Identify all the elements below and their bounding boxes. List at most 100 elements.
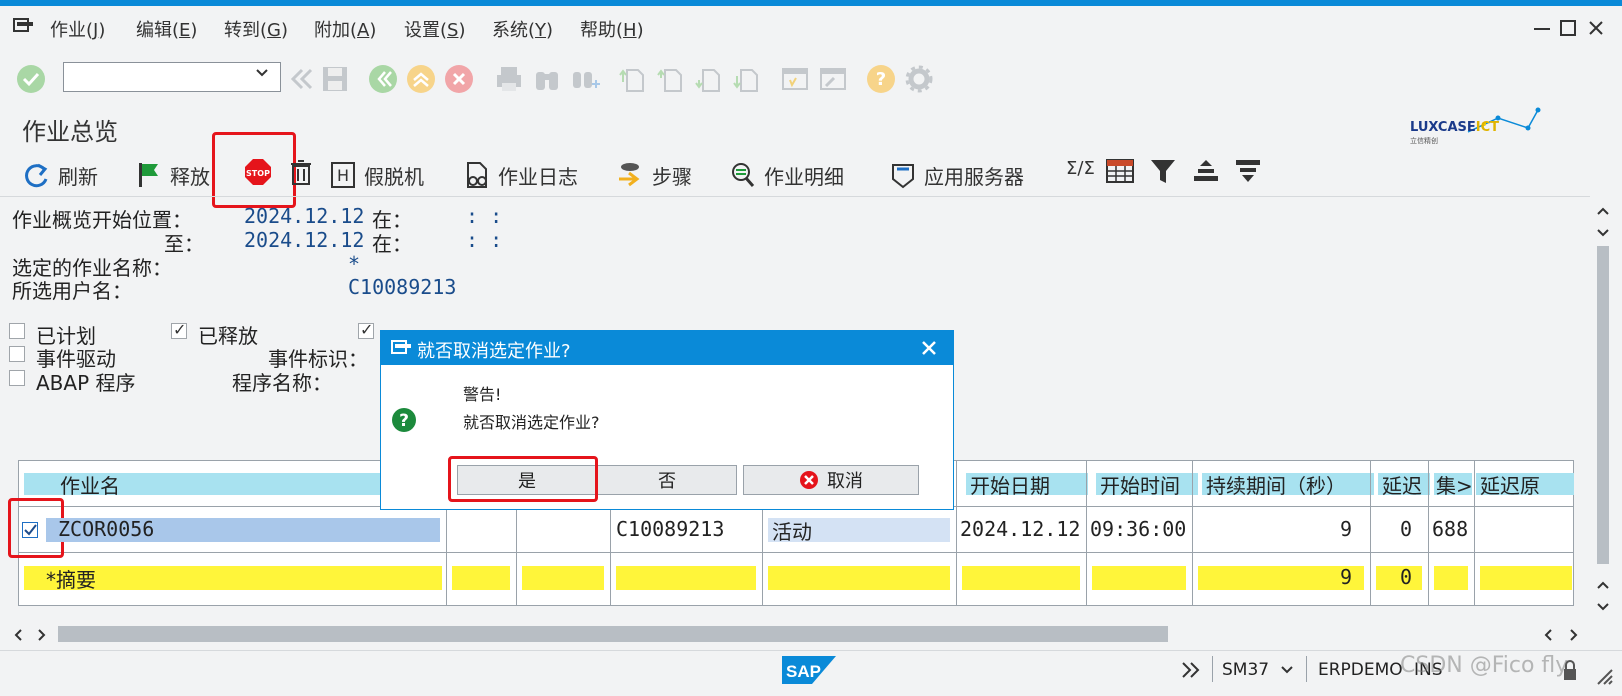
first-page-icon[interactable] <box>618 64 648 94</box>
event-driven-checkbox[interactable] <box>9 346 25 362</box>
scroll-right-icon[interactable] <box>34 628 48 642</box>
find-icon[interactable] <box>532 64 562 94</box>
statusbar-expand-icon[interactable] <box>1180 660 1202 680</box>
help-icon[interactable]: ? <box>866 64 896 94</box>
cancel-x-icon <box>799 470 819 490</box>
sort-ascending-icon[interactable] <box>1192 158 1220 184</box>
csdn-watermark: CSDN @Fico fly <box>1400 653 1569 678</box>
disconnect-icon: H <box>330 161 356 189</box>
cancel-icon[interactable] <box>444 64 474 94</box>
save-icon[interactable] <box>320 64 350 94</box>
scroll-left-end-icon[interactable] <box>1542 628 1556 642</box>
layout-grid-icon[interactable] <box>1106 158 1134 184</box>
menu-extras[interactable]: 附加(A) <box>314 16 376 42</box>
scroll-right-end-icon[interactable] <box>1566 628 1580 642</box>
flag-icon <box>136 161 162 189</box>
start-date-value: 2024.12.12 <box>244 204 365 228</box>
back-icon[interactable] <box>368 64 398 94</box>
start-time-cell: 09:36:00 <box>1090 517 1187 541</box>
refresh-button[interactable]: 刷新 <box>22 158 98 192</box>
filter-icon[interactable] <box>1150 158 1176 186</box>
col-header-start-time[interactable]: 开始时间 <box>1100 470 1180 499</box>
minimize-icon[interactable] <box>1534 28 1550 32</box>
menu-settings[interactable]: 设置(S) <box>404 16 466 42</box>
col-header-delay[interactable]: 延迟 <box>1382 470 1422 499</box>
user-name-label: 所选用户名： <box>12 279 132 303</box>
luxcase-logo: LUXCASEICT 立信精创 <box>1408 104 1568 148</box>
start-time-value: : : <box>466 204 503 228</box>
menu-goto[interactable]: 转到(G) <box>224 16 288 42</box>
menu-system[interactable]: 系统(Y) <box>492 16 553 42</box>
set-cell: 688 <box>1432 517 1469 541</box>
job-name-text: ZCOR0056 <box>58 517 155 541</box>
released-checkbox[interactable] <box>171 320 187 339</box>
horizontal-scroll-thumb[interactable] <box>58 626 1168 642</box>
col-header-duration[interactable]: 持续期间（秒） <box>1206 470 1346 499</box>
steps-button[interactable]: 步骤 <box>616 158 692 192</box>
find-next-icon[interactable] <box>570 64 600 94</box>
chevron-down-icon[interactable] <box>255 66 269 80</box>
scroll-bottom-icon[interactable] <box>1596 600 1610 614</box>
no-button[interactable]: 否 <box>597 465 737 495</box>
start-date-cell: 2024.12.12 <box>960 517 1081 541</box>
page-title: 作业总览 <box>22 118 118 146</box>
refresh-icon <box>22 161 50 189</box>
col-header-delay-reason[interactable]: 延迟原 <box>1480 470 1540 499</box>
last-page-icon[interactable] <box>732 64 762 94</box>
col-header-set[interactable]: 集> <box>1436 470 1473 499</box>
menu-help[interactable]: 帮助(H) <box>580 16 644 42</box>
log-glasses-icon <box>464 161 490 189</box>
menu-edit[interactable]: 编辑(E) <box>136 16 197 42</box>
scroll-up-icon[interactable] <box>1596 226 1610 240</box>
abap-program-checkbox[interactable] <box>9 370 25 386</box>
menu-job[interactable]: 作业(J) <box>50 16 105 42</box>
scroll-top-icon[interactable] <box>1596 204 1610 218</box>
app-server-button[interactable]: 应用服务器 <box>890 158 1024 192</box>
back-history-icon[interactable] <box>286 64 316 94</box>
released-label: 已释放 <box>198 324 258 348</box>
svg-text:SAP: SAP <box>786 662 821 681</box>
scroll-down-icon[interactable] <box>1596 578 1610 592</box>
print-icon[interactable] <box>494 64 524 94</box>
col-header-job-name[interactable]: 作业名 <box>60 470 120 499</box>
settings-gear-icon[interactable] <box>904 64 934 94</box>
end-at-label: 在： <box>372 232 412 256</box>
resize-grip-icon[interactable] <box>1596 668 1614 686</box>
dialog-titlebar: 就否取消选定作业? <box>381 331 953 365</box>
dialog-close-icon[interactable] <box>921 340 937 356</box>
job-detail-button[interactable]: 作业明细 <box>730 158 844 192</box>
svg-text:H: H <box>337 166 349 185</box>
job-log-button[interactable]: 作业日志 <box>464 158 578 192</box>
vertical-scroll-thumb[interactable] <box>1597 246 1609 564</box>
col-header-start-date[interactable]: 开始日期 <box>970 470 1050 499</box>
steps-icon <box>616 161 644 189</box>
exit-icon[interactable] <box>406 64 436 94</box>
end-time-value: : : <box>466 228 503 252</box>
new-session-icon[interactable] <box>780 64 810 94</box>
sum-icon[interactable]: Σ/Σ <box>1066 158 1095 179</box>
close-window-icon[interactable] <box>1588 20 1604 36</box>
delete-icon[interactable] <box>288 158 314 186</box>
scroll-left-icon[interactable] <box>12 628 26 642</box>
sap-menu-icon[interactable] <box>12 16 36 36</box>
enter-icon[interactable] <box>16 64 46 94</box>
tcode-dropdown-icon[interactable] <box>1280 664 1294 676</box>
ready-checkbox[interactable] <box>358 320 374 339</box>
disconnect-button[interactable]: H 假脱机 <box>330 158 424 192</box>
abap-program-label: ABAP 程序 <box>36 371 136 395</box>
end-date-value: 2024.12.12 <box>244 228 365 252</box>
transaction-code[interactable]: SM37 <box>1222 660 1269 680</box>
cancel-button[interactable]: 取消 <box>743 465 919 495</box>
shortcut-icon[interactable] <box>818 64 848 94</box>
sort-descending-icon[interactable] <box>1234 158 1262 184</box>
planned-checkbox[interactable] <box>9 323 25 339</box>
maximize-icon[interactable] <box>1560 20 1576 36</box>
svg-text:?: ? <box>876 69 886 90</box>
release-button[interactable]: 释放 <box>136 158 210 192</box>
command-field[interactable] <box>63 62 281 92</box>
prev-page-icon[interactable] <box>656 64 686 94</box>
next-page-icon[interactable] <box>694 64 724 94</box>
job-detail-icon <box>730 161 756 189</box>
svg-text:?: ? <box>399 411 409 431</box>
dialog-window-icon <box>391 339 413 357</box>
